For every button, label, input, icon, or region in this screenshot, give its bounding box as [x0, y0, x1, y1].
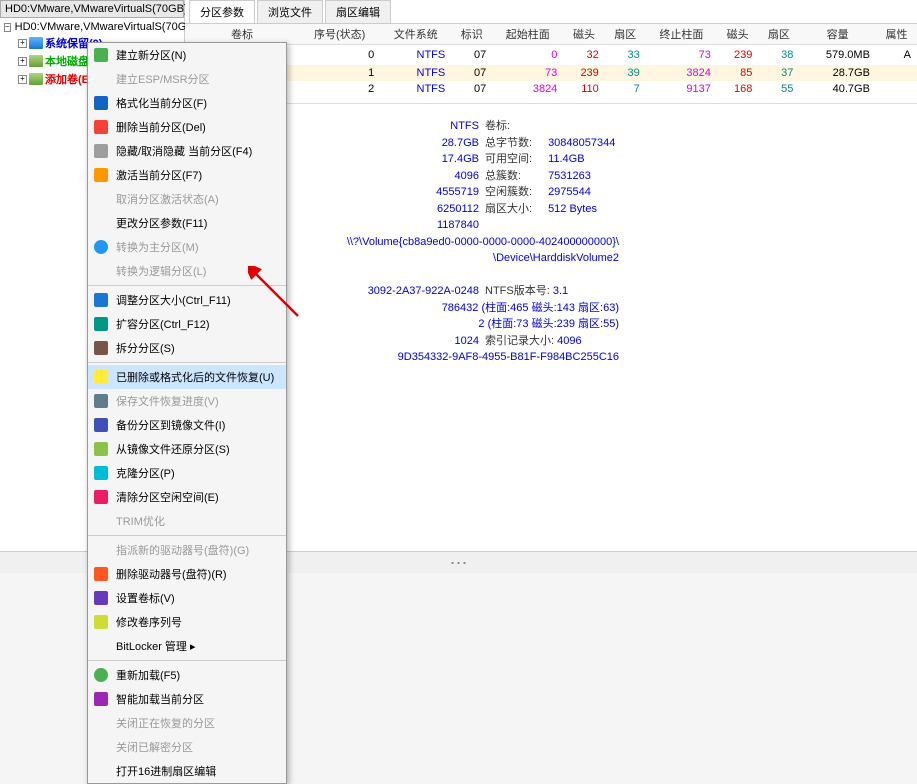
menu-item: TRIM优化 [88, 509, 286, 533]
mi-rest-icon [94, 442, 108, 456]
partition-info: NTFS卷标: 28.7GB总字节数: 30848057344 17.4GB可用… [185, 110, 917, 407]
menu-item: 指派新的驱动器号(盘符)(G) [88, 538, 286, 562]
tree-root[interactable]: − HD0:VMware,VMwareVirtualS(70GB) [2, 20, 182, 34]
context-menu: 建立新分区(N)建立ESP/MSR分区格式化当前分区(F)删除当前分区(Del)… [87, 42, 287, 784]
menu-item[interactable]: 设置卷标(V) [88, 586, 286, 610]
menu-item[interactable]: 打开16进制扇区编辑 [88, 759, 286, 783]
menu-item[interactable]: 重新加载(F5) [88, 663, 286, 687]
partition-table: 卷标序号(状态) 文件系统标识 起始柱面磁头 扇区终止柱面 磁头扇区 容量属性 … [185, 24, 917, 97]
menu-item[interactable]: 隐藏/取消隐藏 当前分区(F4) [88, 139, 286, 163]
tree-title: HD0:VMware,VMwareVirtualS(70GB) [5, 3, 188, 15]
mi-reload-icon [94, 668, 108, 682]
menu-item[interactable]: 已删除或格式化后的文件恢复(U) [88, 365, 286, 389]
menu-item[interactable]: 清除分区空闲空间(E) [88, 485, 286, 509]
menu-item: 建立ESP/MSR分区 [88, 67, 286, 91]
menu-item[interactable]: 更改分区参数(F11) [88, 211, 286, 235]
mi-serial-icon [94, 615, 108, 629]
menu-item: 取消分区激活状态(A) [88, 187, 286, 211]
mi-save-icon [94, 394, 108, 408]
menu-item[interactable]: BitLocker 管理 ▸ [88, 634, 286, 658]
mi-label-icon [94, 591, 108, 605]
menu-item[interactable]: 克隆分区(P) [88, 461, 286, 485]
menu-item[interactable]: 删除驱动器号(盘符)(R) [88, 562, 286, 586]
partition-icon [29, 55, 43, 67]
menu-item[interactable]: 调整分区大小(Ctrl_F11) [88, 288, 286, 312]
table-row[interactable]: 2NTFS073824110791371685540.7GB [185, 81, 917, 97]
menu-item[interactable]: 从镜像文件还原分区(S) [88, 437, 286, 461]
tab-sector[interactable]: 扇区编辑 [325, 0, 391, 23]
expand-icon[interactable]: + [18, 75, 27, 84]
menu-item: 关闭已解密分区 [88, 735, 286, 759]
menu-item: 转换为逻辑分区(L) [88, 259, 286, 283]
table-row[interactable]: 1NTFS0773239393824853728.7GB [185, 65, 917, 81]
menu-item[interactable]: 格式化当前分区(F) [88, 91, 286, 115]
mi-recover-icon [94, 370, 108, 384]
menu-item[interactable]: 拆分分区(S) [88, 336, 286, 360]
mi-split-icon [94, 341, 108, 355]
menu-item: 关闭正在恢复的分区 [88, 711, 286, 735]
menu-item[interactable]: 激活当前分区(F7) [88, 163, 286, 187]
mi-fmt-icon [94, 96, 108, 110]
mi-letter-icon [94, 567, 108, 581]
menu-item[interactable]: 备份分区到镜像文件(I) [88, 413, 286, 437]
menu-item: 转换为主分区(M) [88, 235, 286, 259]
menu-item[interactable]: 修改卷序列号 [88, 610, 286, 634]
mi-back-icon [94, 418, 108, 432]
tree-root-label: HD0:VMware,VMwareVirtualS(70GB) [15, 21, 198, 33]
tree-header: HD0:VMware,VMwareVirtualS(70GB) × [0, 0, 184, 18]
expand-icon[interactable]: + [18, 57, 27, 66]
tree-label: 本地磁盘( [45, 53, 93, 69]
menu-item: 保存文件恢复进度(V) [88, 389, 286, 413]
menu-item[interactable]: 扩容分区(Ctrl_F12) [88, 312, 286, 336]
tab-browse[interactable]: 浏览文件 [257, 0, 323, 23]
status-desc: 情况图: [205, 382, 897, 399]
mi-wipe-icon [94, 490, 108, 504]
mi-resize-icon [94, 293, 108, 307]
tree-label: 添加卷(E: [45, 71, 93, 87]
menu-item[interactable]: 建立新分区(N) [88, 43, 286, 67]
right-panel: 分区参数 浏览文件 扇区编辑 卷标序号(状态) 文件系统标识 起始柱面磁头 扇区… [185, 0, 917, 573]
mi-smart-icon [94, 692, 108, 706]
mi-clone-icon [94, 466, 108, 480]
expand-icon[interactable]: + [18, 39, 27, 48]
tab-params[interactable]: 分区参数 [189, 0, 255, 23]
tabs: 分区参数 浏览文件 扇区编辑 [185, 0, 917, 24]
menu-item[interactable]: 智能加载当前分区 [88, 687, 286, 711]
mi-hide-icon [94, 144, 108, 158]
menu-item[interactable]: 删除当前分区(Del) [88, 115, 286, 139]
partition-icon [29, 37, 43, 49]
mi-del-icon [94, 120, 108, 134]
mi-ext-icon [94, 317, 108, 331]
mi-conv-icon [94, 240, 108, 254]
mi-act-icon [94, 168, 108, 182]
mi-new-icon [94, 48, 108, 62]
collapse-icon[interactable]: − [4, 23, 11, 32]
partition-icon [29, 73, 43, 85]
table-row[interactable]: ← 系统保留(0)0NTFS07032337323938579.0MBA [185, 45, 917, 66]
